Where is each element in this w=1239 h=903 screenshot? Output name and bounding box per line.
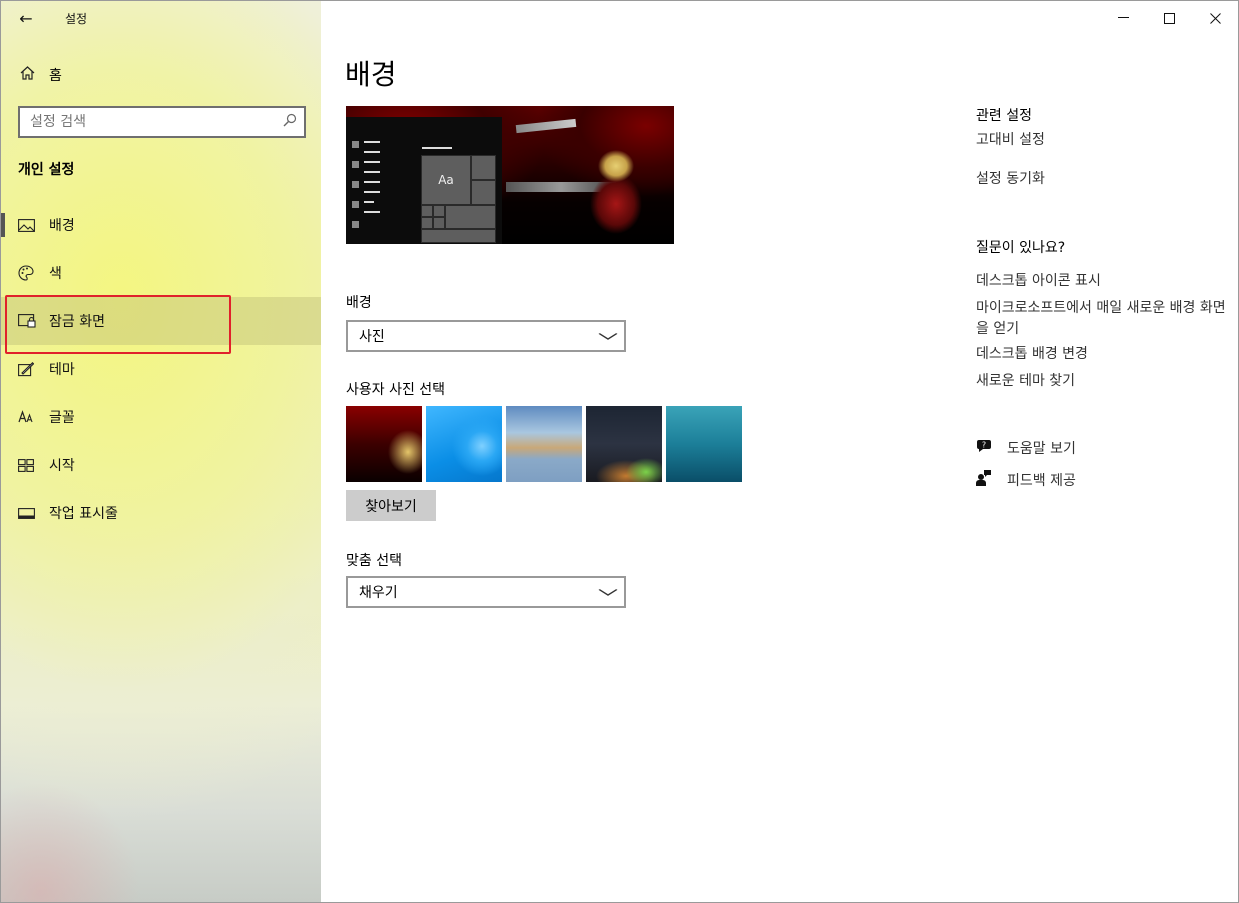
sidebar-item-lock-screen[interactable]: 잠금 화면 (1, 297, 321, 345)
give-feedback-link[interactable]: 피드백 제공 (976, 469, 1076, 490)
photo-thumbnail[interactable] (346, 406, 422, 482)
background-type-label: 배경 (346, 295, 372, 311)
sidebar-item-start[interactable]: 시작 (1, 441, 321, 489)
sidebar-nav: 배경 색 잠금 화면 테마 글꼴 시작 작업 표시줄 (1, 201, 321, 537)
settings-search[interactable] (18, 106, 306, 138)
start-icon (1, 458, 49, 472)
theme-icon (1, 361, 49, 377)
sidebar-item-label: 시작 (49, 458, 75, 474)
lock-screen-icon (1, 314, 49, 328)
home-icon (1, 66, 49, 84)
chevron-down-icon (598, 585, 618, 599)
back-arrow-icon: ← (19, 8, 33, 28)
find-themes-link[interactable]: 새로운 테마 찾기 (976, 371, 1226, 392)
photo-thumbnail[interactable] (506, 406, 582, 482)
fit-value: 채우기 (359, 585, 398, 601)
photo-thumbnails (346, 406, 742, 482)
desktop-icons-link[interactable]: 데스크톱 아이콘 표시 (976, 271, 1226, 292)
related-settings-title: 관련 설정 (976, 108, 1032, 124)
feedback-icon (976, 469, 1007, 490)
sidebar-item-label: 테마 (49, 362, 75, 378)
chevron-down-icon (598, 329, 618, 343)
photo-thumbnail[interactable] (666, 406, 742, 482)
background-preview: Aa (346, 106, 674, 244)
preview-topbar (422, 147, 452, 149)
sidebar-item-label: 색 (49, 266, 62, 282)
page-title: 배경 (345, 58, 397, 91)
sidebar-item-theme[interactable]: 테마 (1, 345, 321, 393)
questions-title: 질문이 있나요? (976, 240, 1066, 256)
browse-button[interactable]: 찾아보기 (346, 490, 436, 521)
give-feedback-label: 피드백 제공 (1007, 472, 1076, 489)
main-content: 배경 Aa 배경 사진 사용자 사진 선택 찾아보기 맞춤 선택 채우기 (345, 1, 945, 902)
settings-window: ← 설정 홈 개인 설정 배경 (0, 0, 1239, 903)
svg-text:?: ? (982, 441, 986, 450)
palette-icon (1, 265, 49, 281)
sidebar-item-fonts[interactable]: 글꼴 (1, 393, 321, 441)
daily-wallpaper-link[interactable]: 마이크로소프트에서 매일 새로운 배경 화면을 얻기 (976, 298, 1226, 340)
title-bar-left: ← 설정 (1, 1, 321, 35)
sidebar-item-label: 배경 (49, 218, 75, 234)
sidebar-item-color[interactable]: 색 (1, 249, 321, 297)
picture-icon (1, 218, 49, 232)
sidebar-item-label: 작업 표시줄 (49, 506, 118, 522)
section-title: 개인 설정 (18, 162, 75, 178)
home-label: 홈 (49, 68, 62, 84)
home-link[interactable]: 홈 (1, 57, 321, 93)
font-icon (1, 410, 49, 424)
photo-thumbnail[interactable] (586, 406, 662, 482)
sidebar: ← 설정 홈 개인 설정 배경 (1, 1, 321, 902)
get-help-link[interactable]: ? 도움말 보기 (976, 438, 1076, 458)
get-help-label: 도움말 보기 (1007, 441, 1076, 457)
preview-sample-text: Aa (421, 155, 471, 205)
sync-settings-link[interactable]: 설정 동기화 (976, 169, 1226, 190)
preview-tiles: Aa (421, 155, 497, 243)
app-title: 설정 (65, 12, 88, 26)
preview-artwork (586, 146, 646, 236)
fit-dropdown[interactable]: 채우기 (346, 576, 626, 608)
related-panel: 관련 설정 고대비 설정 설정 동기화 질문이 있나요? 데스크톱 아이콘 표시… (976, 1, 1236, 902)
back-button[interactable]: ← (9, 3, 43, 33)
taskbar-icon (1, 507, 49, 519)
search-icon[interactable] (276, 113, 304, 131)
choose-photo-label: 사용자 사진 선택 (346, 382, 446, 398)
preview-start-panel: Aa (346, 117, 502, 244)
high-contrast-link[interactable]: 고대비 설정 (976, 130, 1226, 151)
fit-label: 맞춤 선택 (346, 553, 402, 569)
sidebar-item-label: 글꼴 (49, 410, 75, 426)
preview-menu-lines (350, 141, 390, 228)
change-background-link[interactable]: 데스크톱 배경 변경 (976, 344, 1226, 365)
help-chat-icon: ? (976, 438, 1007, 458)
background-type-dropdown[interactable]: 사진 (346, 320, 626, 352)
background-type-value: 사진 (359, 329, 385, 345)
sidebar-item-background[interactable]: 배경 (1, 201, 321, 249)
photo-thumbnail[interactable] (426, 406, 502, 482)
sidebar-item-label: 잠금 화면 (49, 314, 105, 330)
search-input[interactable] (20, 114, 276, 130)
preview-artwork (515, 118, 577, 134)
sidebar-item-taskbar[interactable]: 작업 표시줄 (1, 489, 321, 537)
